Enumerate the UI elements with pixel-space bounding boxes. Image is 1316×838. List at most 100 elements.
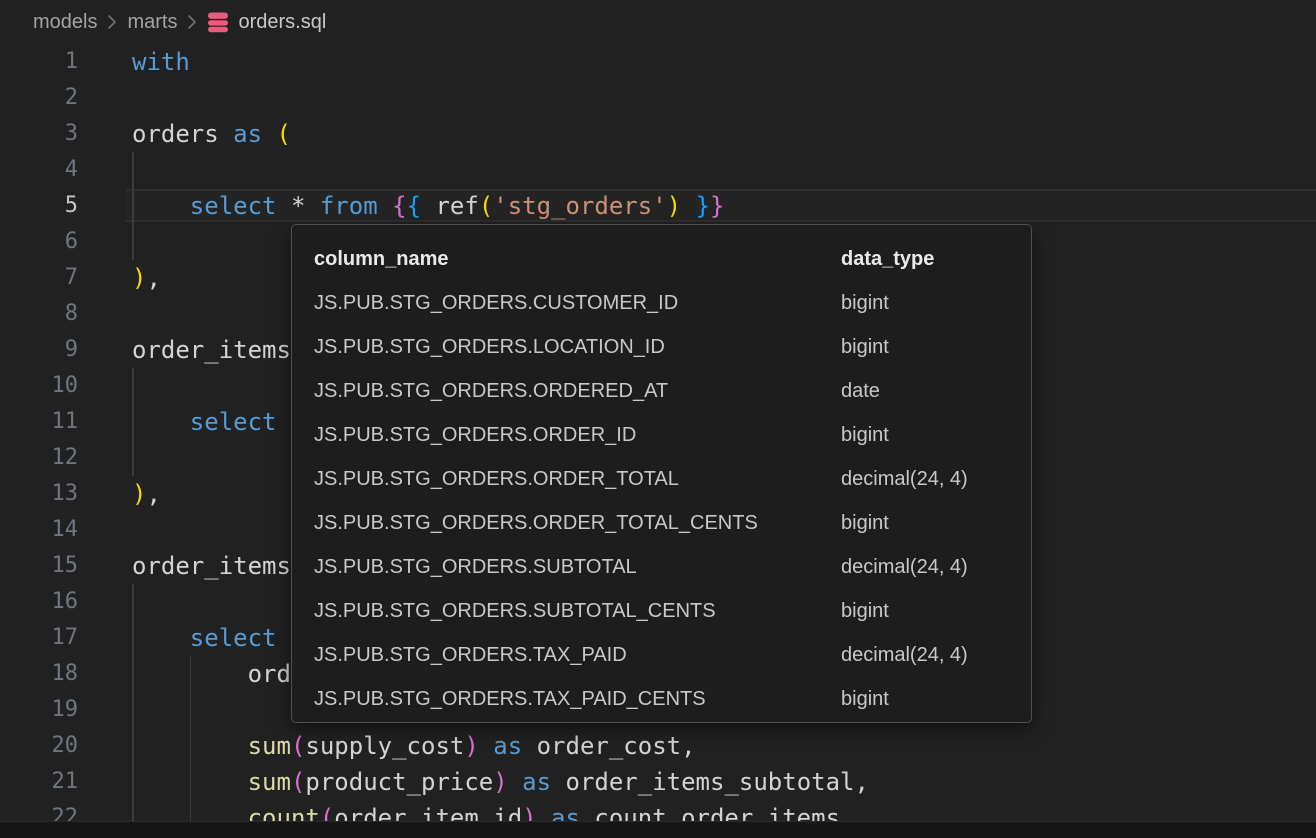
code-line: 1 with <box>0 44 1316 80</box>
code-line-content[interactable]: orders as ( <box>132 116 291 152</box>
code-token: sum <box>248 768 291 796</box>
code-token: select <box>190 408 277 436</box>
data-type-cell: decimal(24, 4) <box>841 468 1031 491</box>
breadcrumb-item-file[interactable]: orders.sql <box>238 11 326 34</box>
line-number: 18 <box>0 656 78 692</box>
code-token: ( <box>479 192 493 220</box>
indent-spaces <box>132 408 190 436</box>
table-row: JS.PUB.STG_ORDERS.SUBTOTALdecimal(24, 4) <box>314 545 1031 589</box>
panel-divider <box>0 821 1316 838</box>
code-token: order_cost, <box>537 732 696 760</box>
code-token: , <box>146 264 160 292</box>
data-type-cell: decimal(24, 4) <box>841 644 1031 667</box>
code-token: as <box>233 120 276 148</box>
table-row: JS.PUB.STG_ORDERS.ORDER_TOTAL_CENTSbigin… <box>314 501 1031 545</box>
line-number: 15 <box>0 548 78 584</box>
code-line-content[interactable]: with <box>132 44 190 80</box>
chevron-right-icon <box>107 14 117 30</box>
data-type-cell: bigint <box>841 336 1031 359</box>
code-token: product_price <box>305 768 493 796</box>
hover-table-header-column-name: column_name <box>314 248 841 271</box>
data-type-cell: date <box>841 380 1031 403</box>
indent-spaces <box>132 768 248 796</box>
code-token: sum <box>248 732 291 760</box>
indent-guide <box>132 584 134 620</box>
column-name-cell: JS.PUB.STG_ORDERS.TAX_PAID <box>314 644 841 667</box>
code-token: { <box>407 192 421 220</box>
line-number: 14 <box>0 512 78 548</box>
indent-spaces <box>132 192 190 220</box>
code-line-content[interactable]: order_items <box>132 332 291 368</box>
code-token: ) <box>464 732 478 760</box>
code-token: ) <box>132 264 146 292</box>
column-name-cell: JS.PUB.STG_ORDERS.ORDERED_AT <box>314 380 841 403</box>
code-token: order_items_subtotal, <box>566 768 869 796</box>
code-token: ( <box>291 732 305 760</box>
code-line: 20 sum(supply_cost) as order_cost, <box>0 728 1316 764</box>
data-type-cell: bigint <box>841 292 1031 315</box>
line-number: 1 <box>0 44 78 80</box>
indent-guide <box>132 152 134 188</box>
table-row: JS.PUB.STG_ORDERS.TAX_PAIDdecimal(24, 4) <box>314 633 1031 677</box>
table-row: JS.PUB.STG_ORDERS.ORDER_TOTALdecimal(24,… <box>314 457 1031 501</box>
code-line-content[interactable]: select * from {{ ref('stg_orders') }} <box>132 188 724 224</box>
data-type-cell: decimal(24, 4) <box>841 556 1031 579</box>
indent-spaces <box>132 660 248 688</box>
table-row: JS.PUB.STG_ORDERS.TAX_PAID_CENTSbigint <box>314 677 1031 721</box>
code-line: 5 select * from {{ ref('stg_orders') }} <box>0 188 1316 224</box>
column-name-cell: JS.PUB.STG_ORDERS.CUSTOMER_ID <box>314 292 841 315</box>
line-number: 4 <box>0 152 78 188</box>
code-token: ) <box>667 192 681 220</box>
database-icon <box>207 10 229 34</box>
code-line: 2 <box>0 80 1316 116</box>
code-line-content[interactable]: ), <box>132 260 161 296</box>
line-number: 2 <box>0 80 78 116</box>
breadcrumb-item-models[interactable]: models <box>33 11 97 34</box>
code-token: { <box>392 192 406 220</box>
code-token: select <box>190 192 291 220</box>
line-number: 19 <box>0 692 78 728</box>
table-row: JS.PUB.STG_ORDERS.ORDERED_ATdate <box>314 369 1031 413</box>
data-type-cell: bigint <box>841 688 1031 711</box>
code-token: as <box>508 768 566 796</box>
code-token: ( <box>277 120 291 148</box>
indent-guide <box>132 440 134 476</box>
line-number: 17 <box>0 620 78 656</box>
data-type-cell: bigint <box>841 424 1031 447</box>
code-line-content[interactable]: select <box>132 404 277 440</box>
line-number: 9 <box>0 332 78 368</box>
code-token: from <box>320 192 392 220</box>
code-token: } <box>696 192 710 220</box>
code-token: orders <box>132 120 233 148</box>
chevron-right-icon <box>187 14 197 30</box>
code-line-content[interactable]: ord <box>132 656 291 692</box>
code-token: ) <box>493 768 507 796</box>
code-token: select <box>190 624 277 652</box>
code-line-content[interactable]: sum(supply_cost) as order_cost, <box>132 728 696 764</box>
line-number: 13 <box>0 476 78 512</box>
line-number: 10 <box>0 368 78 404</box>
code-line: 4 <box>0 152 1316 188</box>
code-token: order_items <box>132 336 291 364</box>
column-name-cell: JS.PUB.STG_ORDERS.ORDER_TOTAL <box>314 468 841 491</box>
table-row: JS.PUB.STG_ORDERS.LOCATION_IDbigint <box>314 325 1031 369</box>
code-line-content[interactable]: order_items <box>132 548 291 584</box>
code-token: ( <box>291 768 305 796</box>
line-number: 16 <box>0 584 78 620</box>
breadcrumb-item-marts[interactable]: marts <box>127 11 177 34</box>
code-token: } <box>710 192 724 220</box>
data-type-cell: bigint <box>841 512 1031 535</box>
code-token: ) <box>132 480 146 508</box>
table-row: JS.PUB.STG_ORDERS.SUBTOTAL_CENTSbigint <box>314 589 1031 633</box>
code-line-content[interactable]: select <box>132 620 277 656</box>
code-line: 3 orders as ( <box>0 116 1316 152</box>
line-number: 5 <box>0 188 78 224</box>
table-row: JS.PUB.STG_ORDERS.ORDER_IDbigint <box>314 413 1031 457</box>
code-line-content[interactable]: sum(product_price) as order_items_subtot… <box>132 764 869 800</box>
code-line-content[interactable]: ), <box>132 476 161 512</box>
code-token: * <box>291 192 320 220</box>
line-number: 12 <box>0 440 78 476</box>
code-token: supply_cost <box>305 732 464 760</box>
line-number: 3 <box>0 116 78 152</box>
data-type-cell: bigint <box>841 600 1031 623</box>
